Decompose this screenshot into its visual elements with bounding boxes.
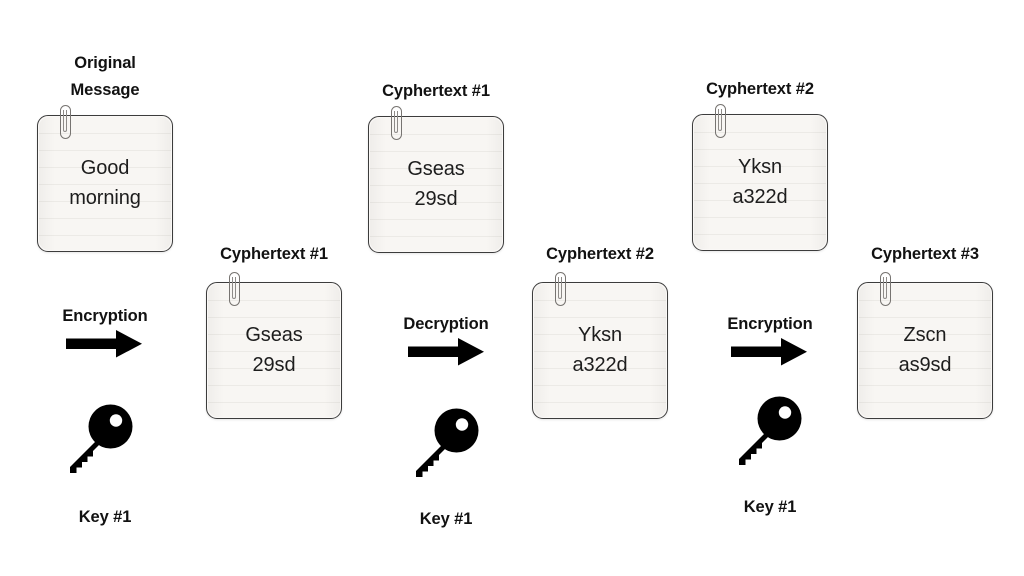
operation-label-encryption-3: Encryption	[727, 315, 813, 333]
paperclip-icon	[715, 104, 726, 138]
paperclip-icon	[555, 272, 566, 306]
operation-label-encryption-1: Encryption	[62, 307, 148, 325]
operation-label-decryption-2: Decryption	[403, 315, 489, 333]
note-caption-cyphertext-1-mid: Cyphertext #1	[220, 245, 328, 263]
paperclip-icon	[391, 106, 402, 140]
right-arrow-icon-2	[408, 337, 486, 367]
note-caption-original-message: Original Message	[70, 54, 140, 99]
diagram-canvas: Original Message Good morning Cyphertext…	[0, 0, 1024, 576]
paperclip-icon	[880, 272, 891, 306]
key-label-2: Key #1	[419, 510, 473, 528]
key-label-3: Key #1	[743, 498, 797, 516]
right-arrow-icon-1	[66, 329, 144, 359]
key-icon-2	[407, 404, 483, 480]
paperclip-icon	[60, 105, 71, 139]
paperclip-icon	[229, 272, 240, 306]
right-arrow-icon-3	[731, 337, 809, 367]
note-content-cyphertext-2-top: Yksn a322d	[732, 155, 788, 208]
note-cyphertext-1-top: Gseas 29sd	[368, 106, 504, 253]
note-content-cyphertext-1-mid: Gseas 29sd	[245, 323, 303, 376]
note-content-cyphertext-3-mid: Zscn as9sd	[898, 323, 952, 376]
note-content-cyphertext-1-top: Gseas 29sd	[407, 157, 465, 210]
note-caption-cyphertext-3-mid: Cyphertext #3	[871, 245, 979, 263]
note-content-cyphertext-2-mid: Yksn a322d	[572, 323, 628, 376]
key-label-1: Key #1	[78, 508, 132, 526]
note-content-original-message: Good morning	[69, 156, 141, 209]
note-cyphertext-3-mid: Zscn as9sd	[857, 272, 993, 419]
note-caption-cyphertext-2-top: Cyphertext #2	[706, 80, 814, 98]
note-original-message: Good morning	[37, 105, 173, 252]
note-caption-cyphertext-1-top: Cyphertext #1	[382, 82, 490, 100]
key-icon-3	[730, 392, 806, 468]
note-cyphertext-1-mid: Gseas 29sd	[206, 272, 342, 419]
key-icon-1	[61, 400, 137, 476]
note-caption-cyphertext-2-mid: Cyphertext #2	[546, 245, 654, 263]
note-cyphertext-2-mid: Yksn a322d	[532, 272, 668, 419]
note-cyphertext-2-top: Yksn a322d	[692, 104, 828, 251]
